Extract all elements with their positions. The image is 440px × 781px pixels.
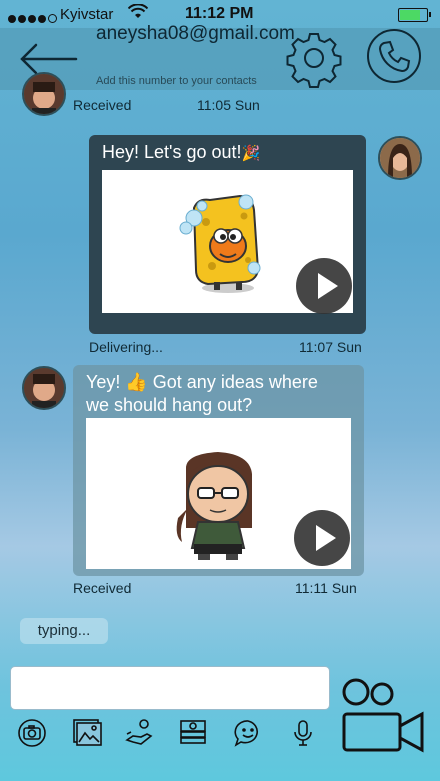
message-time: 11:11 Sun <box>295 580 357 596</box>
carrier-name: Kyivstar <box>60 6 114 23</box>
message-status: Delivering... <box>89 339 163 355</box>
smiley-chat-icon[interactable] <box>233 718 263 748</box>
outgoing-message-bubble[interactable]: Hey! Let's go out!🎉 <box>89 135 366 334</box>
message-time: 11:05 Sun <box>197 97 260 113</box>
cash-icon[interactable] <box>178 718 208 748</box>
microphone-icon[interactable] <box>288 718 318 748</box>
back-arrow-icon[interactable] <box>18 42 78 76</box>
message-input[interactable] <box>10 666 330 710</box>
typing-indicator: typing... <box>20 618 108 644</box>
wifi-icon <box>128 4 148 18</box>
battery-icon <box>398 8 431 22</box>
incoming-message-bubble[interactable]: Yey! 👍 Got any ideas where we should han… <box>73 365 364 576</box>
gear-icon[interactable] <box>284 28 344 88</box>
sender-avatar[interactable] <box>22 72 66 116</box>
play-button[interactable] <box>294 510 350 566</box>
contact-name[interactable]: aneysha08@gmail.com <box>96 22 295 45</box>
video-camera-icon[interactable] <box>338 676 426 754</box>
sender-avatar[interactable] <box>22 366 66 410</box>
money-hand-icon[interactable] <box>125 718 155 748</box>
message-status: Received <box>73 97 132 113</box>
my-avatar[interactable] <box>378 136 422 180</box>
avatar-face <box>24 368 64 408</box>
signal-dots-icon <box>8 10 59 27</box>
add-contact-hint[interactable]: Add this number to your contacts <box>96 75 257 87</box>
play-button[interactable] <box>296 258 352 314</box>
message-text: Hey! Let's go out!🎉 <box>102 142 261 162</box>
avatar-face <box>24 74 64 114</box>
message-text: Yey! 👍 Got any ideas where we should han… <box>86 372 318 415</box>
gallery-icon[interactable] <box>72 718 102 748</box>
avatar-face <box>380 138 420 178</box>
chat-header: aneysha08@gmail.com Add this number to y… <box>0 23 440 90</box>
phone-icon[interactable] <box>366 28 422 84</box>
message-time: 11:07 Sun <box>299 339 362 355</box>
camera-icon[interactable] <box>17 718 47 748</box>
party-emoji: 🎉 <box>241 145 261 162</box>
attachment-toolbar <box>0 718 330 758</box>
sticker-media[interactable] <box>102 170 353 314</box>
message-status: Received <box>73 580 132 596</box>
clock: 11:12 PM <box>185 5 254 22</box>
sticker-media[interactable] <box>86 418 351 569</box>
